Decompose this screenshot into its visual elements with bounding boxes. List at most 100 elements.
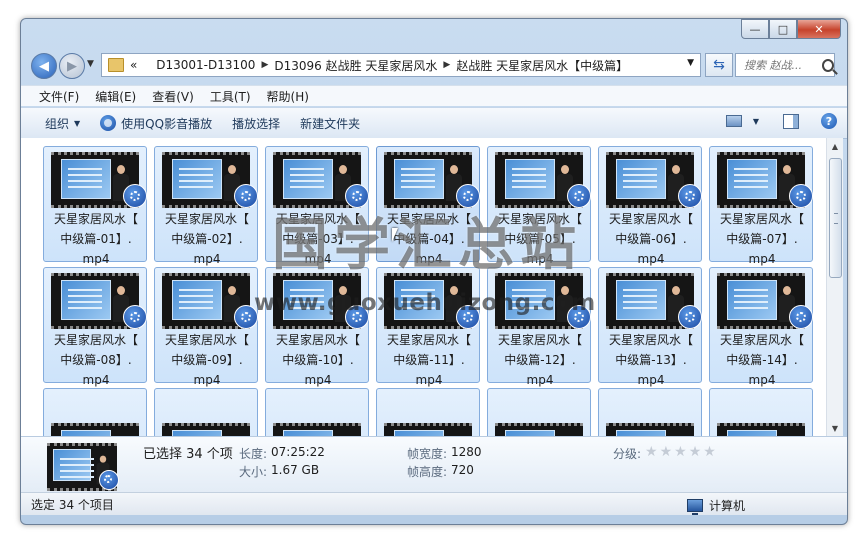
file-tile[interactable]: 天星家居风水【 中级篇-04】. mp4 bbox=[376, 146, 480, 266]
window-controls: — □ ✕ bbox=[741, 19, 841, 39]
file-name: 天星家居风水【 中级篇-02】. mp4 bbox=[164, 212, 249, 266]
chevron-down-icon[interactable]: ▼ bbox=[753, 117, 759, 126]
organize-button[interactable]: 组织 ▼ bbox=[35, 115, 90, 132]
menu-tools[interactable]: 工具(T) bbox=[202, 88, 259, 105]
play-with-qq-label: 使用QQ影音播放 bbox=[121, 116, 213, 131]
search-box[interactable] bbox=[735, 53, 835, 77]
video-thumbnail bbox=[51, 423, 139, 436]
file-tile[interactable]: 天星家居风水【 中级篇-05】. mp4 bbox=[487, 146, 591, 266]
back-button[interactable]: ◀ bbox=[31, 53, 57, 79]
help-icon[interactable]: ? bbox=[821, 113, 837, 129]
file-tile[interactable]: 天星家居风水【 中级篇-10】. mp4 bbox=[265, 267, 369, 387]
change-view-icon[interactable] bbox=[725, 115, 742, 127]
file-name: 天星家居风水【 中级篇-11】. mp4 bbox=[386, 333, 471, 387]
rating-stars[interactable]: ★ ★ ★ ★ ★ bbox=[645, 445, 718, 459]
menu-edit[interactable]: 编辑(E) bbox=[87, 88, 144, 105]
file-tile[interactable]: 天星家居风水【 中级篇-14】. mp4 bbox=[709, 267, 813, 387]
selection-thumbnail bbox=[47, 443, 119, 491]
minimize-button[interactable]: — bbox=[741, 19, 769, 39]
breadcrumb-item-1[interactable]: D13001-D13100 bbox=[156, 58, 255, 72]
file-tile[interactable]: 天星家居风水【 中级篇-02】. mp4 bbox=[154, 146, 258, 266]
status-computer: 计算机 bbox=[709, 499, 746, 513]
recent-pages-dropdown[interactable]: ▼ bbox=[87, 59, 94, 69]
file-tile[interactable]: 天星家居风水【 中级篇-03】. mp4 bbox=[265, 146, 369, 266]
title-bar: — □ ✕ bbox=[21, 19, 847, 47]
search-input[interactable] bbox=[742, 57, 818, 73]
qq-player-icon bbox=[789, 184, 813, 208]
qq-player-icon bbox=[456, 184, 480, 208]
scroll-up-arrow-icon[interactable]: ▲ bbox=[827, 138, 843, 154]
chevron-right-icon[interactable]: ▶ bbox=[261, 60, 268, 70]
frame-width-value: 1280 bbox=[451, 445, 482, 459]
selected-count: 已选择 34 个项 bbox=[143, 447, 233, 462]
new-folder-button[interactable]: 新建文件夹 bbox=[290, 115, 370, 132]
qq-player-icon bbox=[345, 305, 369, 329]
play-with-qq-button[interactable]: 使用QQ影音播放 bbox=[90, 115, 222, 132]
maximize-button[interactable]: □ bbox=[769, 19, 797, 39]
star-icon[interactable]: ★ bbox=[703, 445, 716, 459]
close-button[interactable]: ✕ bbox=[797, 19, 841, 39]
file-grid: 天星家居风水【 中级篇-01】. mp4 天星家居风水【 中级篇-02】. mp4 天星… bbox=[43, 146, 823, 436]
star-icon[interactable]: ★ bbox=[645, 445, 658, 459]
length-value: 07:25:22 bbox=[271, 445, 325, 459]
file-tile[interactable] bbox=[154, 388, 258, 436]
file-tile[interactable] bbox=[598, 388, 702, 436]
folder-icon bbox=[108, 58, 124, 72]
search-icon[interactable] bbox=[822, 58, 834, 72]
rating-label: 分级: bbox=[613, 447, 642, 461]
star-icon[interactable]: ★ bbox=[674, 445, 687, 459]
scrollbar-thumb[interactable] bbox=[829, 158, 842, 278]
qq-player-icon bbox=[234, 184, 258, 208]
qq-player-icon bbox=[234, 305, 258, 329]
refresh-button[interactable]: ⇆ bbox=[705, 53, 733, 77]
details-pane: 已选择 34 个项 长度: 07:25:22 大小: 1.67 GB 帧宽度: … bbox=[21, 436, 847, 493]
video-thumbnail bbox=[717, 423, 805, 436]
file-tile[interactable] bbox=[376, 388, 480, 436]
menu-bar: 文件(F) 编辑(E) 查看(V) 工具(T) 帮助(H) bbox=[21, 85, 847, 106]
forward-button[interactable]: ▶ bbox=[59, 53, 85, 79]
arrow-right-icon: ▶ bbox=[67, 58, 77, 74]
preview-pane-icon[interactable] bbox=[783, 113, 799, 129]
chevron-right-icon[interactable]: ▶ bbox=[443, 60, 450, 70]
file-name: 天星家居风水【 中级篇-01】. mp4 bbox=[53, 212, 138, 266]
file-tile[interactable]: 天星家居风水【 中级篇-13】. mp4 bbox=[598, 267, 702, 387]
menu-help[interactable]: 帮助(H) bbox=[259, 88, 317, 105]
qq-player-icon bbox=[567, 305, 591, 329]
file-tile[interactable] bbox=[265, 388, 369, 436]
status-location: 计算机 bbox=[687, 497, 746, 515]
qq-player-icon bbox=[345, 184, 369, 208]
qq-player-icon bbox=[678, 305, 702, 329]
breadcrumb-item-2[interactable]: D13096 赵战胜 天星家居风水 bbox=[274, 57, 437, 74]
scroll-down-arrow-icon[interactable]: ▼ bbox=[827, 420, 843, 436]
breadcrumb-overflow[interactable]: « bbox=[130, 58, 137, 72]
chevron-down-icon: ▼ bbox=[74, 118, 81, 128]
file-tile[interactable]: 天星家居风水【 中级篇-09】. mp4 bbox=[154, 267, 258, 387]
file-tile[interactable]: 天星家居风水【 中级篇-08】. mp4 bbox=[43, 267, 147, 387]
qq-player-icon bbox=[456, 305, 480, 329]
star-icon[interactable]: ★ bbox=[660, 445, 673, 459]
file-tile[interactable]: 天星家居风水【 中级篇-11】. mp4 bbox=[376, 267, 480, 387]
menu-file[interactable]: 文件(F) bbox=[31, 88, 87, 105]
file-tile[interactable]: 天星家居风水【 中级篇-06】. mp4 bbox=[598, 146, 702, 266]
star-icon[interactable]: ★ bbox=[689, 445, 702, 459]
address-bar[interactable]: « ▶ D13001-D13100 ▶ D13096 赵战胜 天星家居风水 ▶ … bbox=[101, 53, 701, 77]
file-tile[interactable]: 天星家居风水【 中级篇-01】. mp4 bbox=[43, 146, 147, 266]
file-tile[interactable] bbox=[709, 388, 813, 436]
video-thumbnail bbox=[162, 423, 250, 436]
file-tile[interactable]: 天星家居风水【 中级篇-07】. mp4 bbox=[709, 146, 813, 266]
chevron-down-icon[interactable]: ▼ bbox=[687, 58, 694, 68]
file-tile[interactable] bbox=[43, 388, 147, 436]
menu-view[interactable]: 查看(V) bbox=[144, 88, 202, 105]
size-value: 1.67 GB bbox=[271, 463, 320, 477]
breadcrumb-item-3[interactable]: 赵战胜 天星家居风水【中级篇】 bbox=[456, 57, 628, 74]
file-tile[interactable] bbox=[487, 388, 591, 436]
vertical-scrollbar[interactable]: ▲ ▼ bbox=[826, 138, 843, 436]
play-selection-button[interactable]: 播放选择 bbox=[222, 115, 290, 132]
frame-height-label: 帧高度: bbox=[407, 465, 448, 479]
mouse-cursor-icon bbox=[392, 228, 404, 242]
frame-height-value: 720 bbox=[451, 463, 474, 477]
file-tile[interactable]: 天星家居风水【 中级篇-12】. mp4 bbox=[487, 267, 591, 387]
file-view[interactable]: 天星家居风水【 中级篇-01】. mp4 天星家居风水【 中级篇-02】. mp4 天星… bbox=[21, 138, 826, 436]
video-thumbnail bbox=[384, 423, 472, 436]
status-selected: 选定 34 个项目 bbox=[31, 497, 114, 512]
